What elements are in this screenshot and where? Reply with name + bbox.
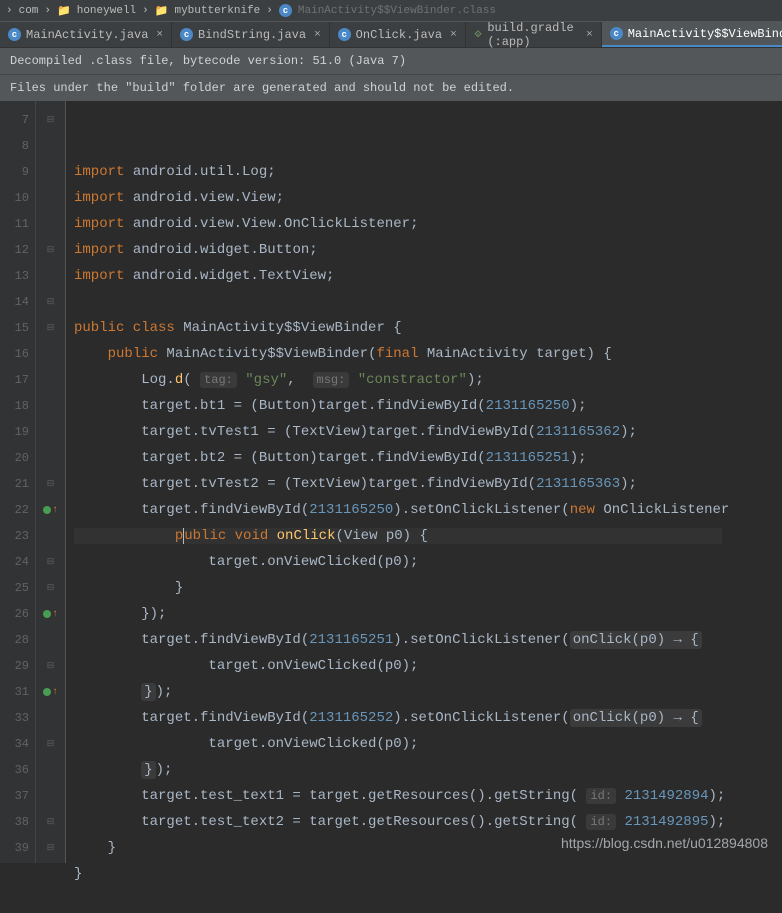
marker-gutter: ⊟ ⊟ ⊟ ⊟ ⊟ ↑ ⊟ ⊟ ↑ ⊟ ↑ ⊟ ⊟ ⊟ bbox=[36, 101, 66, 863]
decompile-banner: Decompiled .class file, bytecode version… bbox=[0, 48, 782, 75]
close-icon[interactable]: × bbox=[586, 29, 593, 41]
watermark: https://blog.csdn.net/u012894808 bbox=[561, 835, 768, 851]
code-area[interactable]: import android.util.Log; import android.… bbox=[66, 101, 729, 863]
crumb-2[interactable]: honeywell bbox=[77, 5, 136, 17]
fold-icon[interactable]: ⊟ bbox=[47, 115, 55, 125]
fold-icon[interactable]: ⊟ bbox=[47, 479, 55, 489]
override-icon[interactable] bbox=[43, 506, 51, 514]
crumb-4[interactable]: MainActivity$$ViewBinder.class bbox=[298, 5, 496, 17]
fold-icon[interactable]: ⊟ bbox=[47, 817, 55, 827]
up-arrow-icon: ↑ bbox=[52, 609, 58, 620]
crumb-3[interactable]: mybutterknife bbox=[174, 5, 260, 17]
override-icon[interactable] bbox=[43, 688, 51, 696]
folder-icon: 📁 bbox=[155, 4, 169, 18]
tab-onclick[interactable]: c OnClick.java × bbox=[330, 22, 466, 47]
breadcrumb: › com ›📁 honeywell ›📁 mybutterknife ›c M… bbox=[0, 0, 782, 22]
code-editor[interactable]: 7891011121314151617181920212223242526282… bbox=[0, 101, 782, 863]
fold-icon[interactable]: ⊟ bbox=[47, 661, 55, 671]
fold-icon[interactable]: ⊟ bbox=[47, 245, 55, 255]
class-icon: c bbox=[338, 28, 351, 41]
class-icon: c bbox=[8, 28, 21, 41]
up-arrow-icon: ↑ bbox=[52, 505, 58, 516]
fold-icon[interactable]: ⊟ bbox=[47, 739, 55, 749]
close-icon[interactable]: × bbox=[156, 29, 163, 41]
tab-viewbinder[interactable]: cMainActivity$$ViewBinder.class× bbox=[602, 22, 782, 47]
tab-gradle-app[interactable]: ⟐ build.gradle (:app) × bbox=[466, 22, 602, 47]
class-icon: c bbox=[610, 27, 623, 40]
tab-label: BindString.java bbox=[198, 28, 306, 42]
line-gutter: 7891011121314151617181920212223242526282… bbox=[0, 101, 36, 863]
editor-tabs: cMainActivity.java× cBindString.java× cO… bbox=[0, 22, 782, 48]
build-folder-banner: Files under the "build" folder are gener… bbox=[0, 75, 782, 101]
tab-label: MainActivity$$ViewBinder.class bbox=[628, 27, 782, 41]
fold-icon[interactable]: ⊟ bbox=[47, 297, 55, 307]
crumb-1[interactable]: com bbox=[19, 5, 39, 17]
class-icon: c bbox=[279, 4, 292, 17]
tab-mainactivity[interactable]: c MainActivity.java × bbox=[0, 22, 172, 47]
tab-label: build.gradle (:app) bbox=[487, 21, 578, 49]
fold-icon[interactable]: ⊟ bbox=[47, 583, 55, 593]
tab-label: OnClick.java bbox=[356, 28, 442, 42]
tab-label: MainActivity.java bbox=[26, 28, 148, 42]
folder-icon: › bbox=[6, 5, 13, 17]
fold-icon[interactable]: ⊟ bbox=[47, 557, 55, 567]
close-icon[interactable]: × bbox=[450, 29, 457, 41]
override-icon[interactable] bbox=[43, 610, 51, 618]
tab-bindstring[interactable]: c BindString.java × bbox=[172, 22, 330, 47]
up-arrow-icon: ↑ bbox=[52, 687, 58, 698]
fold-icon[interactable]: ⊟ bbox=[47, 323, 55, 333]
gradle-icon: ⟐ bbox=[474, 28, 483, 41]
class-icon: c bbox=[180, 28, 193, 41]
folder-icon: 📁 bbox=[57, 4, 71, 18]
close-icon[interactable]: × bbox=[314, 29, 321, 41]
